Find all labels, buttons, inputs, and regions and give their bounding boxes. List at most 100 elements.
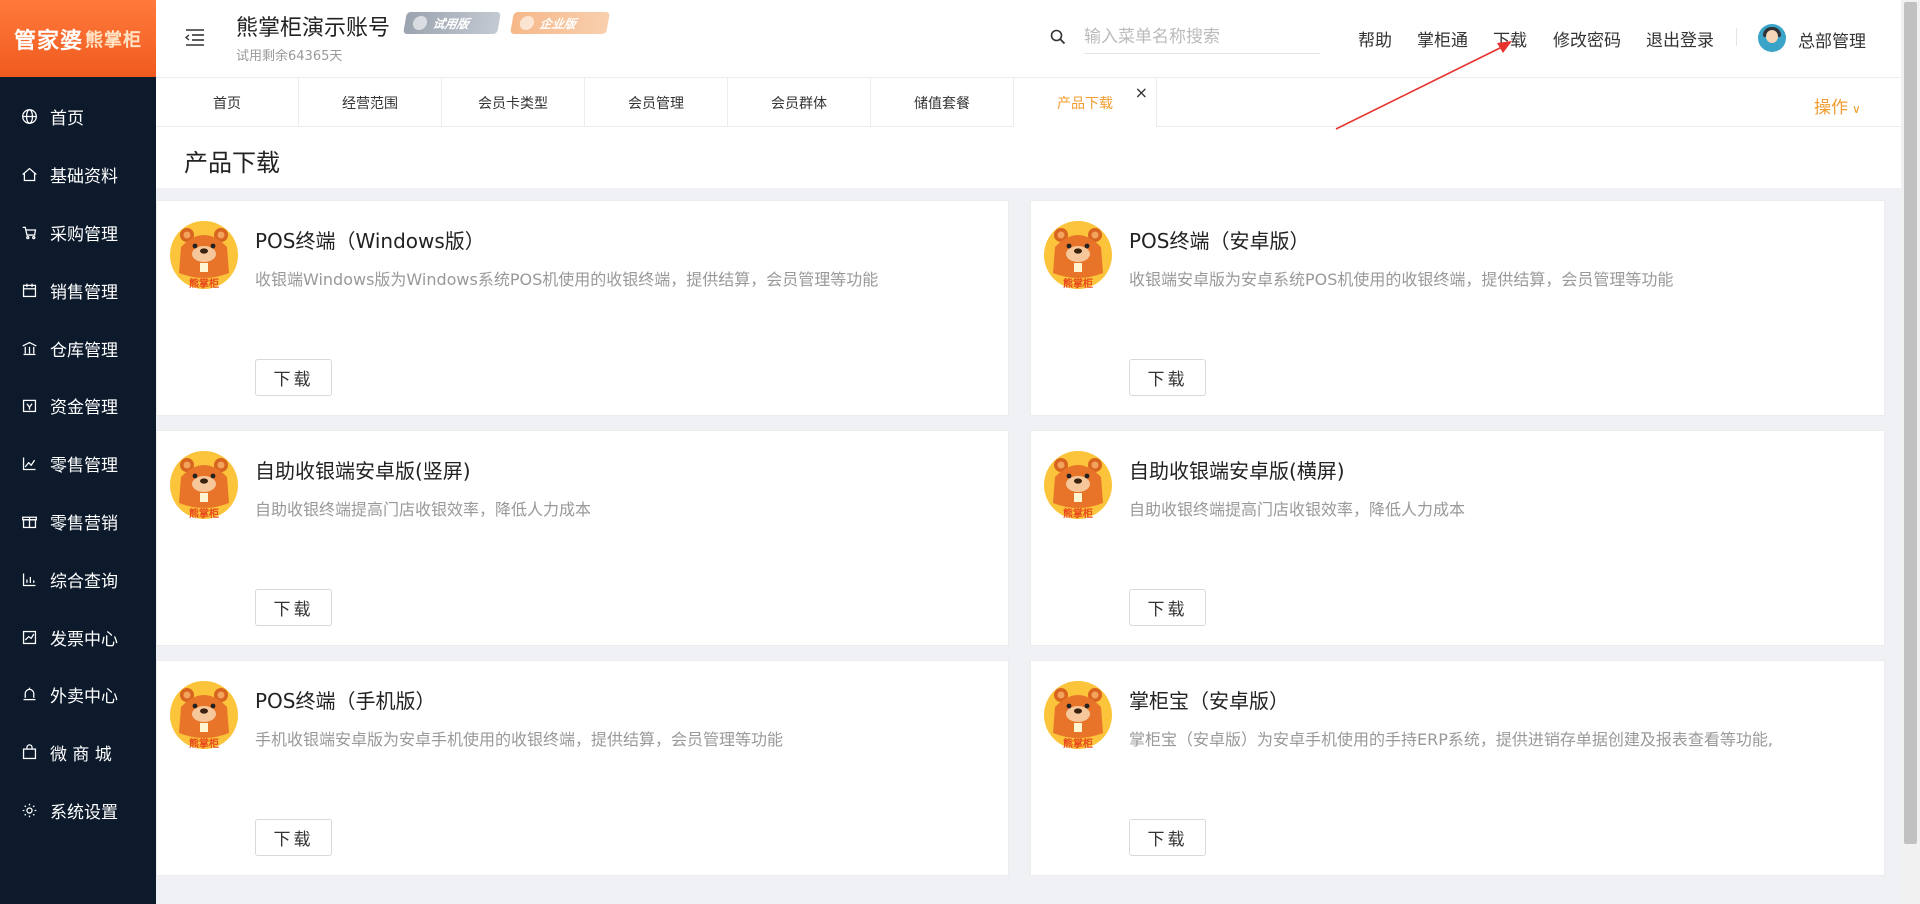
bear-logo-icon: 熊掌柜 [1044,451,1112,520]
product-title: POS终端（安卓版） [1129,229,1310,253]
header-divider [1736,28,1737,46]
tab-business-scope[interactable]: 经营范围 [299,78,442,127]
bar-chart-icon [20,455,38,473]
help-link[interactable]: 帮助 [1358,26,1392,51]
chevron-down-icon: ∨ [1852,102,1861,116]
product-card: 熊掌柜 POS终端（Windows版） 收银端Windows版为Windows系… [156,200,1009,416]
page-header: 产品下载 [156,127,1901,188]
tab-label: 产品下载 [1057,95,1113,112]
download-link[interactable]: 下载 [1493,26,1527,51]
sidebar: 管家婆 熊掌柜 首页 基础资料 采购管理 销售管理 仓库管理 资金管理 零售管理… [0,0,156,904]
sidebar-item-query[interactable]: 综合查询 [0,550,156,608]
tab-member-card-type[interactable]: 会员卡类型 [442,78,585,127]
bear-logo-text: 熊掌柜 [1063,507,1093,520]
download-button[interactable]: 下载 [255,589,332,626]
sidebar-item-retail[interactable]: 零售管理 [0,435,156,493]
product-description: 掌柜宝（安卓版）为安卓手机使用的手持ERP系统，提供进销存单据创建及报表查看等功… [1129,730,1773,749]
page-scrollbar-thumb[interactable] [1904,2,1917,844]
tab-stored-value-package[interactable]: 储值套餐 [871,78,1014,127]
line-chart-icon [20,628,38,646]
tab-bar: 首页 经营范围 会员卡类型 会员管理 会员群体 储值套餐 产品下载 × 操作 ∨ [156,77,1901,127]
operations-dropdown[interactable]: 操作 ∨ [1814,93,1861,118]
sidebar-item-label: 首页 [50,109,84,130]
product-title: 自助收银端安卓版(竖屏) [255,459,471,483]
sidebar-item-label: 发票中心 [50,629,118,650]
product-card: 熊掌柜 POS终端（手机版） 手机收银端安卓版为安卓手机使用的收银终端，提供结算… [156,660,1009,876]
sidebar-item-label: 外卖中心 [50,687,118,708]
bear-logo-icon: 熊掌柜 [1044,681,1112,750]
product-description: 自助收银终端提高门店收银效率，降低人力成本 [1129,500,1466,519]
tab-member-group[interactable]: 会员群体 [728,78,871,127]
bear-logo-text: 熊掌柜 [1063,737,1093,750]
product-card: 熊掌柜 POS终端（安卓版） 收银端安卓版为安卓系统POS机使用的收银终端，提供… [1030,200,1885,416]
enterprise-badge-label: 企业版 [538,16,578,31]
sidebar-item-label: 采购管理 [50,224,118,245]
product-description: 收银端Windows版为Windows系统POS机使用的收银终端，提供结算，会员… [255,270,879,289]
sidebar-item-label: 微 商 城 [50,745,112,766]
sidebar-item-label: 综合查询 [50,571,118,592]
download-button[interactable]: 下载 [1129,819,1206,856]
bell-icon [20,686,38,704]
tab-label: 首页 [213,95,241,112]
top-header: 熊掌柜演示账号 试用剩余64365天 试用版 企业版 帮助 掌柜通 下载 修改密… [156,0,1901,77]
bag-icon [20,744,38,762]
sidebar-item-micro-mall[interactable]: 微 商 城 [0,724,156,782]
sidebar-item-home[interactable]: 首页 [0,88,156,146]
tab-label: 会员卡类型 [478,95,548,112]
trial-badge: 试用版 [403,12,501,34]
bear-logo-icon: 熊掌柜 [170,221,238,290]
bear-logo-text: 熊掌柜 [189,737,219,750]
zhangguitong-link[interactable]: 掌柜通 [1417,26,1468,51]
operations-label: 操作 [1814,98,1848,118]
product-title: POS终端（手机版） [255,689,436,713]
sidebar-item-takeout[interactable]: 外卖中心 [0,666,156,724]
tab-product-download[interactable]: 产品下载 × [1014,78,1157,127]
sidebar-item-warehouse[interactable]: 仓库管理 [0,319,156,377]
logout-link[interactable]: 退出登录 [1646,26,1714,51]
bear-logo-icon: 熊掌柜 [170,451,238,520]
tab-label: 会员管理 [628,95,684,112]
brand-logo[interactable]: 管家婆 熊掌柜 [0,0,156,77]
user-name[interactable]: 总部管理 [1798,27,1866,52]
sidebar-item-finance[interactable]: 资金管理 [0,377,156,435]
sidebar-item-settings[interactable]: 系统设置 [0,782,156,840]
sidebar-item-label: 销售管理 [50,282,118,303]
globe-icon [20,108,38,126]
sidebar-item-invoice[interactable]: 发票中心 [0,608,156,666]
tab-home[interactable]: 首页 [156,78,299,127]
column-chart-icon [20,570,38,588]
close-icon[interactable]: × [1135,83,1148,102]
change-password-link[interactable]: 修改密码 [1553,26,1621,51]
product-title: 自助收银端安卓版(横屏) [1129,459,1345,483]
sidebar-item-basic-data[interactable]: 基础资料 [0,146,156,204]
product-title: POS终端（Windows版） [255,229,485,253]
tab-member-management[interactable]: 会员管理 [585,78,728,127]
sidebar-nav: 首页 基础资料 采购管理 销售管理 仓库管理 资金管理 零售管理 零售营销 综合… [0,77,156,839]
trial-remaining: 试用剩余64365天 [236,49,343,64]
download-button[interactable]: 下载 [1129,359,1206,396]
bear-logo-icon: 熊掌柜 [170,681,238,750]
trial-badge-label: 试用版 [431,16,471,31]
page-title: 产品下载 [184,149,280,177]
account-name: 熊掌柜演示账号 [236,16,391,41]
sidebar-item-retail-marketing[interactable]: 零售营销 [0,493,156,551]
brand-logo-main: 管家婆 [13,28,83,54]
download-button[interactable]: 下载 [1129,589,1206,626]
bear-logo-text: 熊掌柜 [189,277,219,290]
product-card: 熊掌柜 自助收银端安卓版(竖屏) 自助收银终端提高门店收银效率，降低人力成本 下… [156,430,1009,646]
menu-collapse-icon[interactable] [184,26,206,48]
avatar[interactable] [1758,24,1786,52]
home-icon [20,166,38,184]
gear-icon [20,801,38,819]
search-icon[interactable] [1050,29,1066,45]
sidebar-item-purchase[interactable]: 采购管理 [0,204,156,262]
menu-search-input[interactable] [1084,20,1320,54]
download-button[interactable]: 下载 [255,359,332,396]
product-description: 手机收银端安卓版为安卓手机使用的收银终端，提供结算，会员管理等功能 [255,730,784,749]
download-button[interactable]: 下载 [255,819,332,856]
tab-label: 储值套餐 [914,95,970,112]
bear-logo-text: 熊掌柜 [189,507,219,520]
gift-icon [20,512,38,530]
sidebar-item-sales[interactable]: 销售管理 [0,261,156,319]
product-description: 自助收银终端提高门店收银效率，降低人力成本 [255,500,592,519]
